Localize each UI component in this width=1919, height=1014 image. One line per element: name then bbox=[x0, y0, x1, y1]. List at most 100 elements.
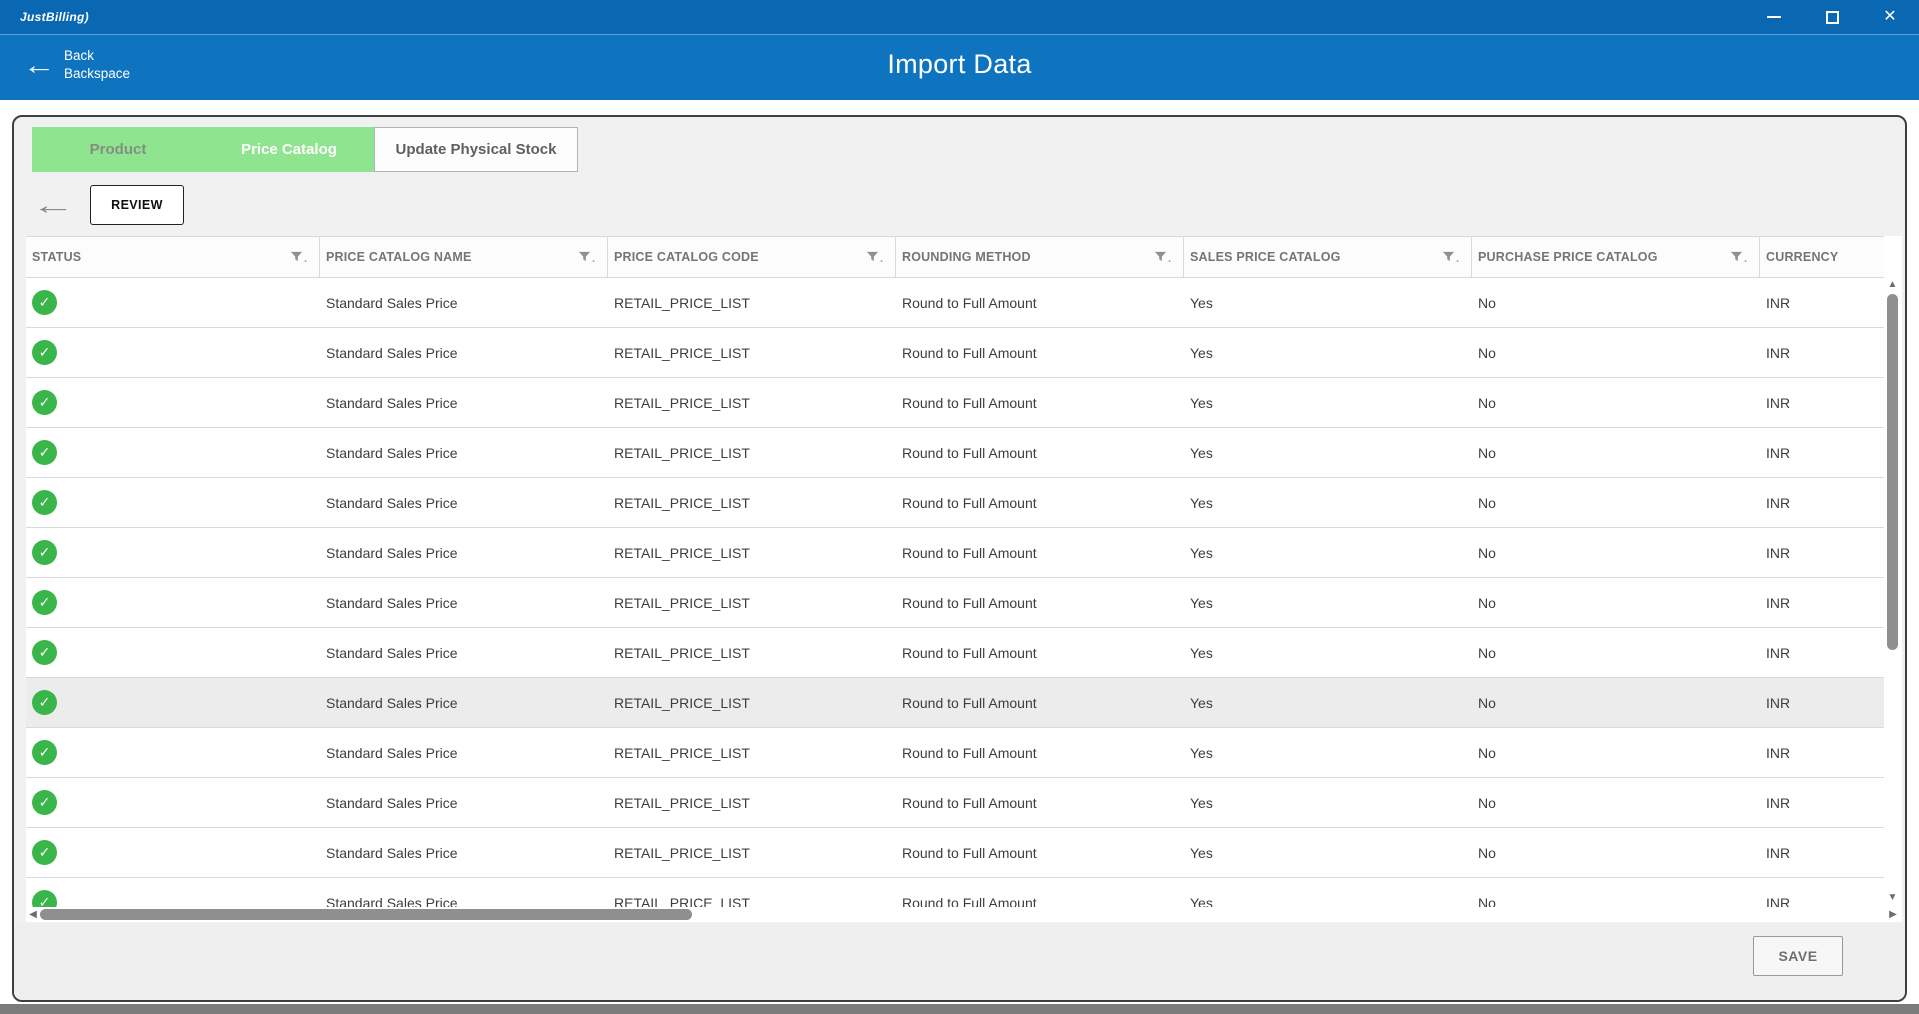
horizontal-scrollbar[interactable]: ◀ ▶ bbox=[26, 907, 1902, 922]
cell-currency: INR bbox=[1760, 578, 1884, 627]
column-header-price-catalog-code[interactable]: PRICE CATALOG CODE . bbox=[608, 237, 896, 277]
cell-price-catalog-code: RETAIL_PRICE_LIST bbox=[608, 328, 896, 377]
price-catalog-table: STATUS . PRICE CATALOG NAME . PRICE CATA… bbox=[26, 236, 1902, 922]
column-header-currency[interactable]: CURRENCY bbox=[1760, 237, 1884, 277]
cell-purchase-price-catalog: No bbox=[1472, 428, 1760, 477]
cell-price-catalog-name: Standard Sales Price bbox=[320, 578, 608, 627]
funnel-icon bbox=[866, 250, 879, 263]
minimize-icon bbox=[1767, 16, 1781, 18]
cell-currency: INR bbox=[1760, 678, 1884, 727]
cell-currency: INR bbox=[1760, 828, 1884, 877]
save-button[interactable]: SAVE bbox=[1753, 936, 1843, 976]
titlebar: JustBilling) ✕ bbox=[0, 0, 1919, 34]
cell-purchase-price-catalog: No bbox=[1472, 478, 1760, 527]
filter-icon[interactable]: . bbox=[290, 250, 307, 263]
cell-sales-price-catalog: Yes bbox=[1184, 628, 1472, 677]
tab-product[interactable]: Product bbox=[32, 127, 204, 172]
cell-price-catalog-name: Standard Sales Price bbox=[320, 878, 608, 907]
cell-rounding-method: Round to Full Amount bbox=[896, 728, 1184, 777]
import-panel: Product Price Catalog Update Physical St… bbox=[12, 115, 1907, 1002]
scroll-left-icon[interactable]: ◀ bbox=[26, 907, 40, 922]
cell-status: ✓ bbox=[26, 578, 320, 627]
cell-purchase-price-catalog: No bbox=[1472, 878, 1760, 907]
column-header-price-catalog-name[interactable]: PRICE CATALOG NAME . bbox=[320, 237, 608, 277]
tab-update-physical-stock[interactable]: Update Physical Stock bbox=[374, 127, 578, 172]
cell-currency: INR bbox=[1760, 628, 1884, 677]
column-header-rounding-method[interactable]: ROUNDING METHOD . bbox=[896, 237, 1184, 277]
cell-price-catalog-code: RETAIL_PRICE_LIST bbox=[608, 728, 896, 777]
maximize-button[interactable] bbox=[1803, 0, 1861, 34]
cell-purchase-price-catalog: No bbox=[1472, 528, 1760, 577]
table-row[interactable]: ✓Standard Sales PriceRETAIL_PRICE_LISTRo… bbox=[26, 828, 1884, 878]
table-row[interactable]: ✓Standard Sales PriceRETAIL_PRICE_LISTRo… bbox=[26, 678, 1884, 728]
table-row[interactable]: ✓Standard Sales PriceRETAIL_PRICE_LISTRo… bbox=[26, 878, 1884, 907]
filter-icon[interactable]: . bbox=[866, 250, 883, 263]
table-header-row: STATUS . PRICE CATALOG NAME . PRICE CATA… bbox=[26, 236, 1884, 278]
status-ok-icon: ✓ bbox=[32, 590, 57, 615]
cell-sales-price-catalog: Yes bbox=[1184, 678, 1472, 727]
table-row[interactable]: ✓Standard Sales PriceRETAIL_PRICE_LISTRo… bbox=[26, 378, 1884, 428]
tab-price-catalog[interactable]: Price Catalog bbox=[204, 127, 374, 172]
cell-price-catalog-name: Standard Sales Price bbox=[320, 528, 608, 577]
cell-price-catalog-name: Standard Sales Price bbox=[320, 328, 608, 377]
table-row[interactable]: ✓Standard Sales PriceRETAIL_PRICE_LISTRo… bbox=[26, 528, 1884, 578]
filter-icon[interactable]: . bbox=[1730, 250, 1747, 263]
filter-icon[interactable]: . bbox=[578, 250, 595, 263]
cell-purchase-price-catalog: No bbox=[1472, 778, 1760, 827]
cell-status: ✓ bbox=[26, 628, 320, 677]
close-icon: ✕ bbox=[1883, 9, 1896, 25]
table-row[interactable]: ✓Standard Sales PriceRETAIL_PRICE_LISTRo… bbox=[26, 478, 1884, 528]
status-ok-icon: ✓ bbox=[32, 840, 57, 865]
cell-price-catalog-code: RETAIL_PRICE_LIST bbox=[608, 428, 896, 477]
table-row[interactable]: ✓Standard Sales PriceRETAIL_PRICE_LISTRo… bbox=[26, 428, 1884, 478]
horizontal-scrollbar-thumb[interactable] bbox=[40, 909, 692, 920]
cell-rounding-method: Round to Full Amount bbox=[896, 378, 1184, 427]
minimize-button[interactable] bbox=[1745, 0, 1803, 34]
cell-sales-price-catalog: Yes bbox=[1184, 728, 1472, 777]
filter-icon[interactable]: . bbox=[1154, 250, 1171, 263]
cell-status: ✓ bbox=[26, 328, 320, 377]
cell-status: ✓ bbox=[26, 878, 320, 907]
table-row[interactable]: ✓Standard Sales PriceRETAIL_PRICE_LISTRo… bbox=[26, 628, 1884, 678]
cell-status: ✓ bbox=[26, 778, 320, 827]
cell-rounding-method: Round to Full Amount bbox=[896, 878, 1184, 907]
funnel-icon bbox=[1442, 250, 1455, 263]
status-ok-icon: ✓ bbox=[32, 740, 57, 765]
table-row[interactable]: ✓Standard Sales PriceRETAIL_PRICE_LISTRo… bbox=[26, 778, 1884, 828]
cell-price-catalog-name: Standard Sales Price bbox=[320, 828, 608, 877]
cell-status: ✓ bbox=[26, 378, 320, 427]
table-row[interactable]: ✓Standard Sales PriceRETAIL_PRICE_LISTRo… bbox=[26, 578, 1884, 628]
table-row[interactable]: ✓ Standard Sales PriceRETAIL_PRICE_LISTRo… bbox=[26, 328, 1884, 378]
cell-currency: INR bbox=[1760, 378, 1884, 427]
cell-sales-price-catalog: Yes bbox=[1184, 778, 1472, 827]
scroll-down-icon[interactable]: ▼ bbox=[1884, 891, 1901, 905]
filter-icon[interactable]: . bbox=[1442, 250, 1459, 263]
cell-sales-price-catalog: Yes bbox=[1184, 478, 1472, 527]
column-header-sales-price-catalog[interactable]: SALES PRICE CATALOG . bbox=[1184, 237, 1472, 277]
funnel-icon bbox=[1730, 250, 1743, 263]
close-button[interactable]: ✕ bbox=[1861, 0, 1919, 34]
scroll-up-icon[interactable]: ▲ bbox=[1884, 278, 1901, 292]
status-ok-icon: ✓ bbox=[32, 340, 57, 365]
cell-price-catalog-code: RETAIL_PRICE_LIST bbox=[608, 578, 896, 627]
vertical-scrollbar[interactable]: ▲ ▼ bbox=[1884, 278, 1901, 907]
cell-purchase-price-catalog: No bbox=[1472, 728, 1760, 777]
table-row[interactable]: ✓Standard Sales PriceRETAIL_PRICE_LISTRo… bbox=[26, 728, 1884, 778]
column-header-purchase-price-catalog[interactable]: PURCHASE PRICE CATALOG . bbox=[1472, 237, 1760, 277]
cell-status: ✓ bbox=[26, 478, 320, 527]
scroll-right-icon[interactable]: ▶ bbox=[1886, 907, 1900, 922]
review-back-arrow-icon[interactable]: ← bbox=[31, 192, 75, 218]
cell-currency: INR bbox=[1760, 328, 1884, 377]
cell-rounding-method: Round to Full Amount bbox=[896, 328, 1184, 377]
review-button[interactable]: REVIEW bbox=[90, 185, 184, 225]
cell-status: ✓ bbox=[26, 428, 320, 477]
cell-price-catalog-code: RETAIL_PRICE_LIST bbox=[608, 828, 896, 877]
vertical-scrollbar-thumb[interactable] bbox=[1887, 294, 1898, 650]
table-row[interactable]: ✓Standard Sales PriceRETAIL_PRICE_LISTRo… bbox=[26, 278, 1884, 328]
column-header-status[interactable]: STATUS . bbox=[26, 237, 320, 277]
cell-currency: INR bbox=[1760, 528, 1884, 577]
app-window: JustBilling) ✕ ← Back Backspace Import D… bbox=[0, 0, 1919, 1014]
status-ok-icon: ✓ bbox=[32, 490, 57, 515]
cell-rounding-method: Round to Full Amount bbox=[896, 528, 1184, 577]
status-ok-icon: ✓ bbox=[32, 690, 57, 715]
